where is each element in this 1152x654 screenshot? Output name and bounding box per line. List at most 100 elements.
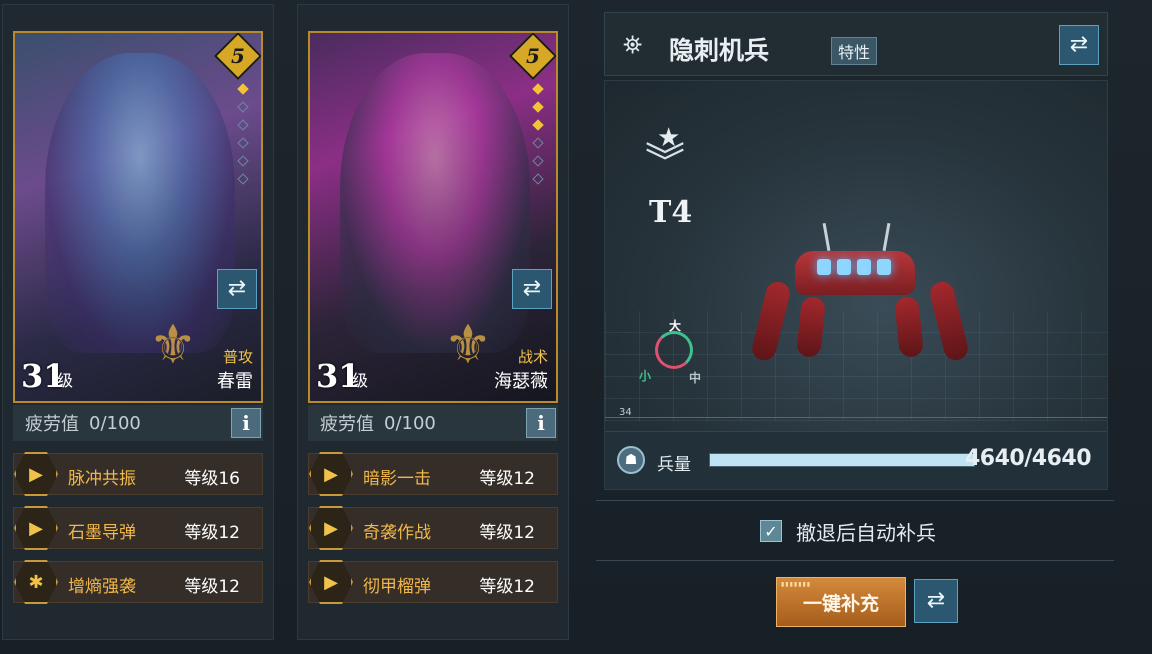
unit-tier: T4: [649, 195, 693, 230]
skill-row[interactable]: ▶ 彻甲榴弹 等级12: [308, 560, 558, 604]
auto-replenish-row[interactable]: ✓ 撤退后自动补兵: [760, 516, 936, 546]
star-pip: [532, 155, 544, 167]
star-pips: [235, 83, 251, 185]
robot-leg: [927, 279, 971, 363]
hero-name: 海瑟薇: [494, 371, 548, 392]
skill-row[interactable]: ▶ 脉冲共振 等级16: [13, 452, 263, 496]
scale-line: [605, 417, 1107, 418]
auto-replenish-checkbox[interactable]: ✓: [760, 520, 782, 542]
checkmark-icon: ✓: [764, 521, 778, 541]
fatigue-value: 0/100: [89, 412, 141, 434]
star-pip: [532, 101, 544, 113]
cycle-ring-icon: [655, 331, 693, 369]
cycle-label-big: 大: [669, 319, 682, 333]
skill-list: ▶ 暗影一击 等级12 ▶ 奇袭作战 等级12 ▶ 彻甲榴弹 等级12: [308, 452, 558, 615]
hero-panel-1: 5 ⇄ ⚜ 31 级 普攻 春雷 疲劳值 0/100 i ▶ 脉冲共振 等级16…: [2, 4, 274, 640]
robot-lights: [811, 259, 897, 277]
replenish-all-label: 一键补充: [802, 592, 879, 615]
skill-icon: ▶: [309, 560, 353, 604]
skill-icon: ▶: [309, 506, 353, 550]
hero-role: 普攻: [222, 348, 253, 366]
hero-card-2[interactable]: 5 ⇄ ⚜ 31 级 战术 海瑟薇: [308, 31, 558, 403]
info-button[interactable]: i: [526, 408, 556, 438]
star-rank-badge: 5: [213, 33, 261, 81]
skill-icon: ▶: [14, 506, 58, 550]
swap-hero-button[interactable]: ⇄: [512, 269, 552, 309]
skill-level: 等级12: [479, 469, 535, 489]
robot-antenna: [822, 222, 831, 252]
rank-chevron-icon: ︾: [645, 140, 685, 186]
counter-cycle: 大 小 中: [639, 317, 705, 385]
skill-level: 等级12: [184, 577, 240, 597]
skill-row[interactable]: ✱ 增熵强袭 等级12: [13, 560, 263, 604]
star-pip: [532, 119, 544, 131]
skill-icon: ✱: [14, 560, 58, 604]
swap-arrows-icon: ⇄: [227, 276, 247, 301]
unit-title: 隐刺机兵: [669, 36, 770, 65]
fatigue-label: 疲劳值: [25, 414, 79, 435]
skill-icon: ▶: [309, 452, 353, 496]
auto-replenish-label: 撤退后自动补兵: [796, 520, 936, 545]
skill-name: 脉冲共振: [68, 469, 136, 489]
star-pip: [532, 173, 544, 185]
star-pip: [237, 119, 249, 131]
skill-name: 石墨导弹: [68, 523, 136, 543]
trait-button[interactable]: 特性: [831, 37, 878, 65]
skill-level: 等级16: [184, 469, 240, 489]
robot-leg: [795, 295, 827, 359]
hero-name: 春雷: [217, 371, 253, 392]
skill-row[interactable]: ▶ 奇袭作战 等级12: [308, 506, 558, 550]
unit-panel: ⛯ 隐刺机兵 特性 ⇄ ★ ︾ T4 大 小 中 34 ☗ 兵量 4640/46…: [596, 4, 1126, 640]
skill-level: 等级12: [479, 577, 535, 597]
hero-role: 战术: [517, 348, 548, 366]
star-pip: [237, 101, 249, 113]
troop-bar-fill: [710, 454, 974, 466]
info-button[interactable]: i: [231, 408, 261, 438]
divider: [596, 500, 1114, 501]
swap-unit-button[interactable]: ⇄: [1059, 25, 1099, 65]
skill-row[interactable]: ▶ 石墨导弹 等级12: [13, 506, 263, 550]
troop-label: 兵量: [657, 455, 691, 475]
skill-name: 彻甲榴弹: [363, 577, 431, 597]
robot-antenna: [882, 222, 891, 252]
skill-level: 等级12: [184, 523, 240, 543]
hero-portrait: [340, 53, 530, 353]
troop-row: ☗ 兵量 4640/4640: [605, 431, 1107, 489]
swap-arrows-icon: ⇄: [522, 276, 542, 301]
star-pip: [237, 83, 249, 95]
unit-preview: ★ ︾ T4 大 小 中 34 ☗ 兵量 4640/4640: [604, 80, 1108, 490]
troop-value: 4640/4640: [965, 446, 1092, 471]
button-decoration: ▮▮▮▮▮▮▮: [781, 581, 812, 588]
hero-card-1[interactable]: 5 ⇄ ⚜ 31 级 普攻 春雷: [13, 31, 263, 403]
hero-level-unit: 级: [57, 371, 74, 390]
divider: [596, 560, 1114, 561]
swap-arrows-icon: ⇄: [1069, 32, 1089, 57]
star-pips: [530, 83, 546, 185]
skill-level: 等级12: [479, 523, 535, 543]
fatigue-value: 0/100: [384, 412, 436, 434]
unit-model[interactable]: [749, 222, 971, 381]
fatigue-label: 疲劳值: [320, 414, 374, 435]
star-pip: [237, 137, 249, 149]
cycle-label-mid: 中: [689, 371, 702, 385]
faction-crest-icon: ⚜: [148, 313, 198, 376]
star-pip: [237, 173, 249, 185]
skill-name: 暗影一击: [363, 469, 431, 489]
troop-bar: [709, 453, 975, 467]
fatigue-row: 疲劳值 0/100 i: [308, 405, 558, 441]
star-rank-badge: 5: [508, 33, 556, 81]
skill-name: 增熵强袭: [68, 577, 136, 597]
mech-unit-icon: ⛯: [623, 31, 643, 59]
skill-row[interactable]: ▶ 暗影一击 等级12: [308, 452, 558, 496]
skill-list: ▶ 脉冲共振 等级16 ▶ 石墨导弹 等级12 ✱ 增熵强袭 等级12: [13, 452, 263, 615]
cycle-label-small: 小: [639, 369, 652, 383]
swap-troops-button[interactable]: ⇄: [914, 579, 958, 623]
hero-level-unit: 级: [352, 371, 369, 390]
skill-name: 奇袭作战: [363, 523, 431, 543]
skill-icon: ▶: [14, 452, 58, 496]
swap-arrows-icon: ⇄: [926, 588, 946, 613]
replenish-all-button[interactable]: ▮▮▮▮▮▮▮ 一键补充: [776, 577, 906, 627]
fatigue-row: 疲劳值 0/100 i: [13, 405, 263, 441]
star-pip: [532, 137, 544, 149]
swap-hero-button[interactable]: ⇄: [217, 269, 257, 309]
